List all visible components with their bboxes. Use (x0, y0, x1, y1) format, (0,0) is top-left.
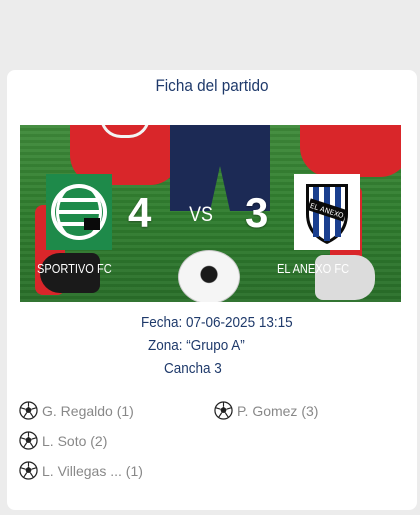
soccer-ball-icon (214, 401, 233, 420)
away-scorer: P. Gomez (3) (214, 401, 318, 420)
away-score: 3 (245, 189, 269, 236)
home-scorer: L. Villegas ... (1) (19, 461, 143, 480)
home-scorer-label: G. Regaldo (1) (42, 402, 134, 419)
match-date: Fecha: 07-06-2025 13:15 (141, 314, 293, 331)
match-zone: Zona: “Grupo A” (148, 337, 245, 354)
match-banner: 4 VS 3 EL ANEXO SPORTIVO FC EL ANEXO FC (20, 125, 401, 302)
home-score: 4 (128, 189, 152, 236)
match-court: Cancha 3 (164, 360, 222, 377)
soccer-ball-icon (19, 461, 38, 480)
home-scorer: L. Soto (2) (19, 431, 107, 450)
match-card: Ficha del partido 4 VS 3 EL ANEXO SPORTI… (7, 70, 417, 510)
page-title: Ficha del partido (155, 76, 269, 95)
shirt-decoration (300, 125, 401, 177)
away-team-name[interactable]: EL ANEXO FC (277, 261, 349, 276)
away-team-logo[interactable]: EL ANEXO (294, 174, 360, 250)
soccer-ball-icon (19, 431, 38, 450)
home-scorer: G. Regaldo (1) (19, 401, 134, 420)
vs-label: VS (189, 203, 213, 226)
home-team-logo[interactable] (46, 174, 112, 250)
soccer-ball-icon (19, 401, 38, 420)
home-scorer-label: L. Soto (2) (42, 432, 108, 449)
home-team-name[interactable]: SPORTIVO FC (37, 261, 112, 276)
home-scorer-label: L. Villegas ... (1) (42, 462, 143, 479)
away-scorer-label: P. Gomez (3) (237, 402, 319, 419)
ball-image (178, 250, 240, 302)
